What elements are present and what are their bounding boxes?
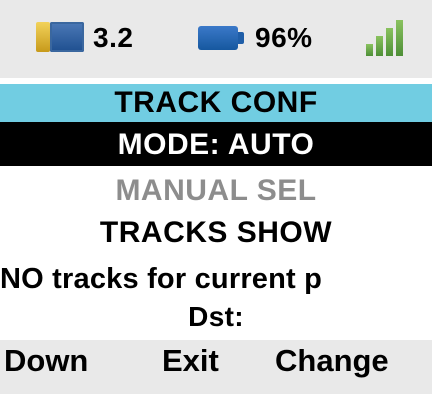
battery-icon <box>198 26 244 50</box>
device-card-icon <box>36 22 84 52</box>
distance-label: Dst: <box>188 301 244 332</box>
track-config-menu: TRACK CONF MODE: AUTO MANUAL SEL TRACKS … <box>0 78 432 340</box>
version-status: 3.2 <box>36 18 156 58</box>
status-bar: 3.2 96% <box>0 0 432 78</box>
tracks-message: NO tracks for current p <box>0 262 323 295</box>
exit-button[interactable]: Exit <box>162 345 219 376</box>
change-button[interactable]: Change <box>275 345 389 376</box>
manual-sel-item: MANUAL SEL <box>115 174 317 207</box>
tracks-show-item[interactable]: TRACKS SHOW <box>0 214 432 252</box>
down-button[interactable]: Down <box>4 345 88 376</box>
menu-title: TRACK CONF <box>0 84 432 124</box>
signal-strength-icon <box>366 18 408 60</box>
version-value: 3.2 <box>93 22 134 53</box>
battery-percent: 96% <box>255 22 313 53</box>
mode-auto-item[interactable]: MODE: AUTO <box>0 124 432 166</box>
softkey-bar: Down Exit Change <box>0 340 432 394</box>
battery-status: 96% <box>198 18 338 58</box>
